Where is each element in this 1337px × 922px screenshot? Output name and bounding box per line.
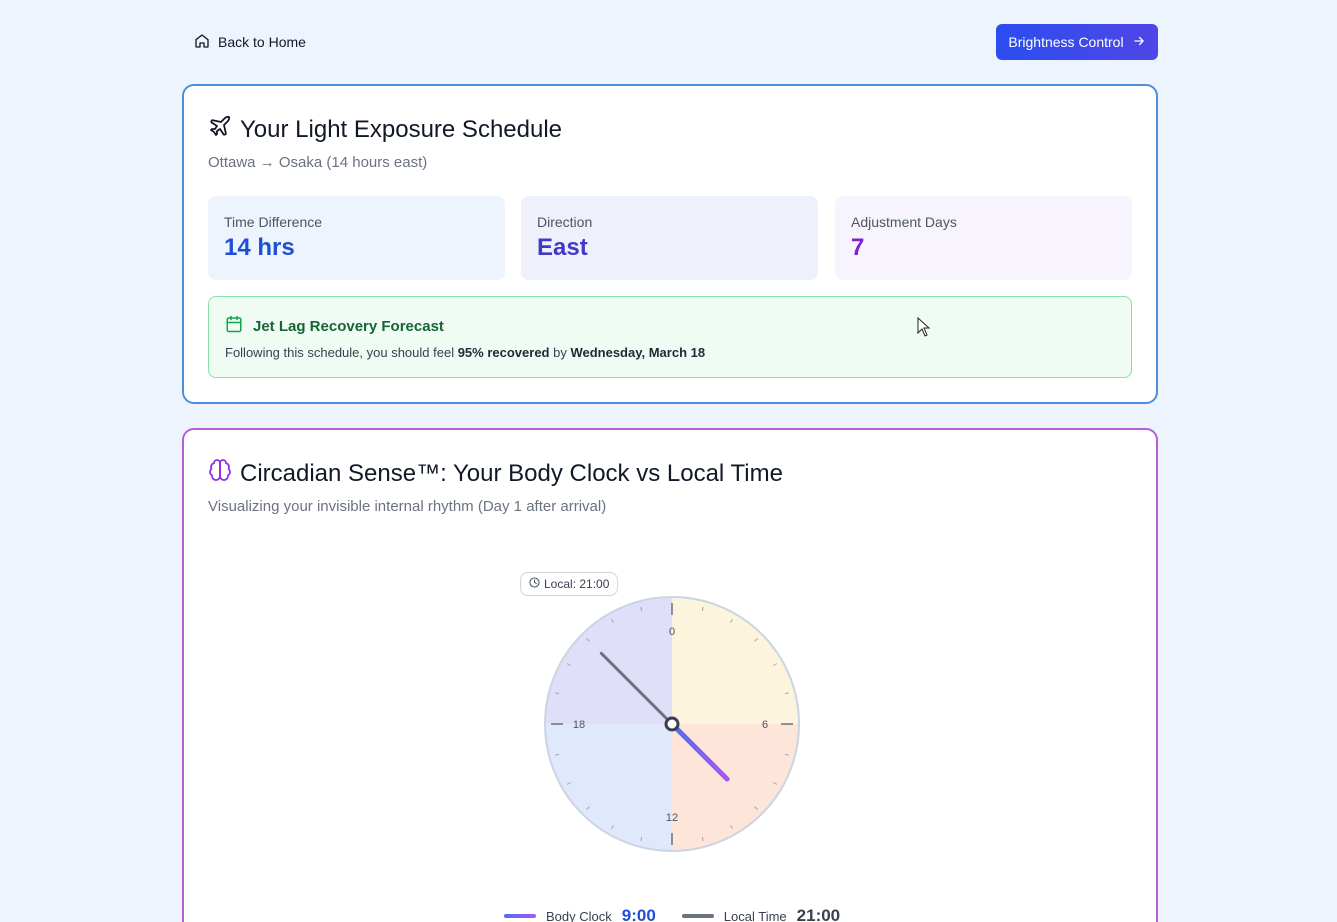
stat-direction: Direction East bbox=[521, 196, 818, 280]
stat-adjustment-days: Adjustment Days 7 bbox=[835, 196, 1132, 280]
recovery-forecast-box: Jet Lag Recovery Forecast Following this… bbox=[208, 296, 1132, 378]
back-to-home-link[interactable]: Back to Home bbox=[194, 24, 306, 60]
dial-center-pin bbox=[664, 716, 680, 732]
brightness-control-label: Brightness Control bbox=[1008, 34, 1124, 50]
mouse-cursor-icon bbox=[917, 317, 931, 337]
dial-hour-label: 0 bbox=[669, 626, 675, 638]
body-clock-legend-label: Body Clock bbox=[546, 908, 612, 922]
stat-time-difference: Time Difference 14 hrs bbox=[208, 196, 505, 280]
stat-value: East bbox=[537, 234, 588, 261]
back-to-home-label: Back to Home bbox=[218, 34, 306, 50]
forecast-recovered: 95% recovered bbox=[457, 345, 550, 360]
local-time-legend-label: Local Time bbox=[723, 908, 787, 922]
forecast-date: Wednesday, March 18 bbox=[570, 345, 706, 360]
clock-legend: Body Clock 9:00 Local Time 21:00 bbox=[504, 906, 840, 922]
brain-icon bbox=[208, 458, 232, 489]
calendar-icon bbox=[225, 315, 243, 337]
forecast-mid: by bbox=[549, 345, 571, 360]
forecast-title: Jet Lag Recovery Forecast bbox=[253, 317, 444, 335]
dial-hour-label: 12 bbox=[666, 812, 678, 824]
stat-label: Adjustment Days bbox=[851, 214, 957, 230]
plane-icon bbox=[208, 114, 232, 145]
body-clock-value: 9:00 bbox=[621, 906, 656, 922]
local-time-value: 21:00 bbox=[796, 906, 841, 922]
stat-label: Time Difference bbox=[224, 214, 323, 230]
schedule-title-text: Your Light Exposure Schedule bbox=[240, 115, 563, 143]
quadrant-evening bbox=[545, 724, 672, 851]
route-subtitle: Ottawa → Osaka (14 hours east) bbox=[208, 154, 428, 171]
top-bar: Back to Home Brightness Control bbox=[182, 24, 1158, 60]
stat-value: 7 bbox=[851, 234, 865, 261]
body-clock-visual: Local: 21:00 0 6 12 18 bbox=[514, 570, 830, 870]
stat-label: Direction bbox=[537, 214, 593, 230]
brightness-control-button[interactable]: Brightness Control bbox=[996, 24, 1158, 60]
home-icon bbox=[194, 33, 210, 52]
light-exposure-schedule-card: Your Light Exposure Schedule Ottawa → Os… bbox=[182, 84, 1158, 404]
dial-hour-label: 18 bbox=[573, 719, 585, 731]
forecast-heading: Jet Lag Recovery Forecast bbox=[225, 315, 444, 337]
schedule-title: Your Light Exposure Schedule bbox=[208, 114, 562, 145]
circadian-title-text: Circadian Sense™: Your Body Clock vs Loc… bbox=[240, 459, 783, 487]
body-clock-swatch bbox=[504, 914, 536, 918]
circadian-subtitle: Visualizing your invisible internal rhyt… bbox=[208, 498, 607, 515]
stat-value: 14 hrs bbox=[224, 234, 295, 261]
arrow-right-icon bbox=[1132, 34, 1146, 51]
forecast-text: Following this schedule, you should feel… bbox=[225, 345, 705, 360]
local-time-swatch bbox=[681, 914, 714, 918]
circadian-title: Circadian Sense™: Your Body Clock vs Loc… bbox=[208, 458, 783, 489]
clock-dial: 0 6 12 18 bbox=[544, 596, 800, 852]
circadian-sense-card: Circadian Sense™: Your Body Clock vs Loc… bbox=[182, 428, 1158, 922]
forecast-prefix: Following this schedule, you should feel bbox=[225, 345, 458, 360]
quadrant-morning bbox=[672, 597, 799, 724]
dial-hour-label: 6 bbox=[762, 719, 768, 731]
